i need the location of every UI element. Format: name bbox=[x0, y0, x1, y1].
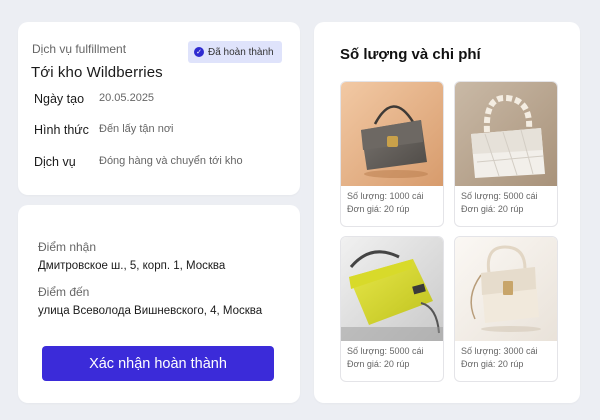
products-card: Số lượng và chi phí Số lượng: 1000 cái Đ… bbox=[314, 22, 580, 403]
pickup-address: Дмитровское ш., 5, корп. 1, Москва bbox=[38, 260, 226, 272]
product-quantity: Số lượng: 1000 cái bbox=[347, 191, 424, 201]
destination-address: улица Всеволода Вишневского, 4, Москва bbox=[38, 305, 263, 317]
product-tile[interactable]: Số lượng: 5000 cái Đơn giá: 20 rúp bbox=[340, 236, 444, 382]
product-quantity: Số lượng: 3000 cái bbox=[461, 346, 538, 356]
cream-leather-handbag-image bbox=[455, 237, 557, 341]
yellow-textured-handbag-image bbox=[341, 237, 443, 341]
detail-label-method: Hình thức bbox=[34, 123, 89, 137]
product-quantity: Số lượng: 5000 cái bbox=[461, 191, 538, 201]
detail-value-service: Đóng hàng và chuyển tới kho bbox=[99, 155, 243, 167]
order-title: Tới kho Wildberries bbox=[31, 64, 163, 81]
detail-value-created: 20.05.2025 bbox=[99, 92, 155, 104]
product-tile[interactable]: Số lượng: 3000 cái Đơn giá: 20 rúp bbox=[454, 236, 558, 382]
confirm-complete-button[interactable]: Xác nhận hoàn thành bbox=[42, 346, 274, 381]
product-tile[interactable]: Số lượng: 1000 cái Đơn giá: 20 rúp bbox=[340, 81, 444, 227]
check-circle-icon: ✓ bbox=[194, 47, 204, 57]
product-price: Đơn giá: 20 rúp bbox=[347, 204, 410, 214]
order-card: Dịch vụ fulfillment ✓ Đã hoàn thành Tới … bbox=[18, 22, 300, 195]
service-label: Dịch vụ fulfillment bbox=[32, 42, 127, 56]
detail-label-created: Ngày tạo bbox=[34, 92, 85, 106]
products-title: Số lượng và chi phí bbox=[340, 46, 481, 63]
white-quilted-chain-handbag-image bbox=[455, 82, 557, 186]
product-price: Đơn giá: 20 rúp bbox=[461, 359, 524, 369]
route-card: Điểm nhận Дмитровское ш., 5, корп. 1, Мо… bbox=[18, 205, 300, 403]
product-price: Đơn giá: 20 rúp bbox=[347, 359, 410, 369]
pickup-label: Điểm nhận bbox=[38, 240, 97, 254]
product-quantity: Số lượng: 5000 cái bbox=[347, 346, 424, 356]
product-price: Đơn giá: 20 rúp bbox=[461, 204, 524, 214]
status-badge-label: Đã hoàn thành bbox=[208, 46, 274, 58]
product-tile[interactable]: Số lượng: 5000 cái Đơn giá: 20 rúp bbox=[454, 81, 558, 227]
detail-value-method: Đến lấy tận nơi bbox=[99, 123, 174, 135]
status-badge: ✓ Đã hoàn thành bbox=[188, 41, 282, 63]
destination-label: Điểm đến bbox=[38, 285, 90, 299]
detail-label-service: Dịch vụ bbox=[34, 155, 76, 169]
gray-leather-handbag-image bbox=[341, 82, 443, 186]
